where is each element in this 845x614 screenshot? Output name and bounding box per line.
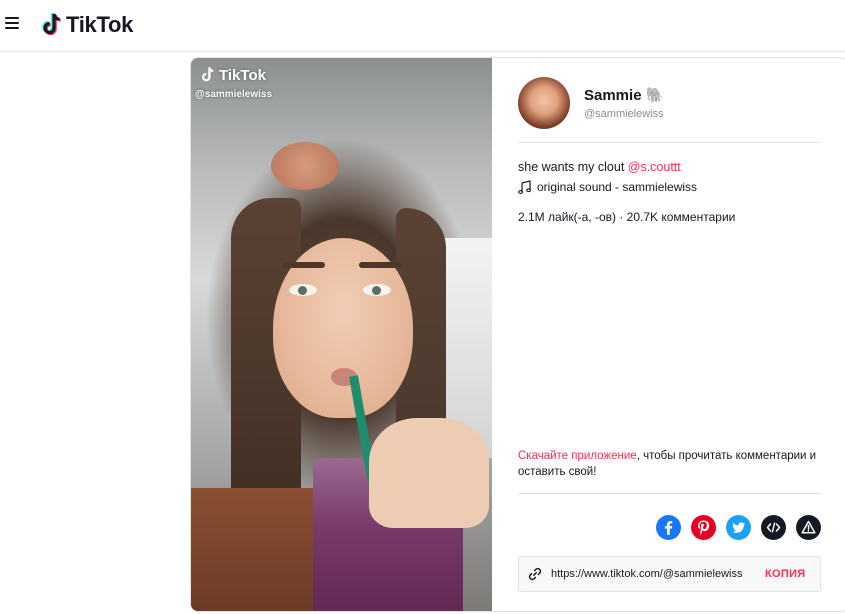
author-section: Sammie 🐘 @sammielewiss <box>518 75 821 143</box>
author-name[interactable]: Sammie 🐘 <box>584 86 664 104</box>
report-button[interactable] <box>796 515 821 540</box>
tiktok-note-icon <box>202 67 214 82</box>
music-note-icon <box>518 180 532 194</box>
video-info-panel: Sammie 🐘 @sammielewiss she wants my clou… <box>518 58 821 611</box>
download-app-prompt: Скачайте приложение, чтобы прочитать ком… <box>518 448 818 480</box>
tiktok-note-icon <box>42 12 61 36</box>
embed-icon <box>761 515 786 540</box>
facebook-share-button[interactable] <box>656 515 681 540</box>
share-link-url[interactable]: https://www.tiktok.com/@sammielewiss <box>551 568 751 580</box>
copy-link-button[interactable]: КОПИЯ <box>765 568 806 580</box>
embed-button[interactable] <box>761 515 786 540</box>
logo-text: TikTok <box>66 12 134 37</box>
twitter-icon <box>726 515 751 540</box>
video-player[interactable]: TikTok @sammielewiss <box>191 58 492 611</box>
mention-link[interactable]: @s.couttt <box>628 160 681 174</box>
video-caption: she wants my clout @s.couttt <box>518 160 681 174</box>
report-icon <box>796 515 821 540</box>
hamburger-menu-icon[interactable] <box>5 17 19 31</box>
facebook-icon <box>656 515 681 540</box>
divider <box>518 493 821 494</box>
link-icon <box>528 567 542 581</box>
video-watermark-logo: TikTok <box>201 66 266 84</box>
download-app-link[interactable]: Скачайте приложение <box>518 450 637 462</box>
caption-text: she wants my clout <box>518 160 628 174</box>
music-link[interactable]: original sound - sammielewiss <box>518 180 697 194</box>
avatar[interactable] <box>518 77 570 129</box>
top-navigation-bar: TikTok <box>0 0 845 52</box>
pinterest-icon <box>691 515 716 540</box>
video-watermark-text: TikTok <box>219 66 266 84</box>
author-handle: @sammielewiss <box>584 108 664 120</box>
twitter-share-button[interactable] <box>726 515 751 540</box>
tiktok-logo[interactable]: TikTok <box>42 11 133 39</box>
music-title: original sound - sammielewiss <box>537 180 698 194</box>
video-stats: 2.1M лайк(-а, -ов) · 20.7K комментарии <box>518 210 736 224</box>
video-watermark-handle: @sammielewiss <box>195 89 273 100</box>
share-buttons <box>656 515 821 540</box>
pinterest-share-button[interactable] <box>691 515 716 540</box>
video-card: TikTok @sammielewiss Sammie 🐘 @sammielew… <box>190 57 845 612</box>
copy-link-box: https://www.tiktok.com/@sammielewiss КОП… <box>518 556 821 592</box>
